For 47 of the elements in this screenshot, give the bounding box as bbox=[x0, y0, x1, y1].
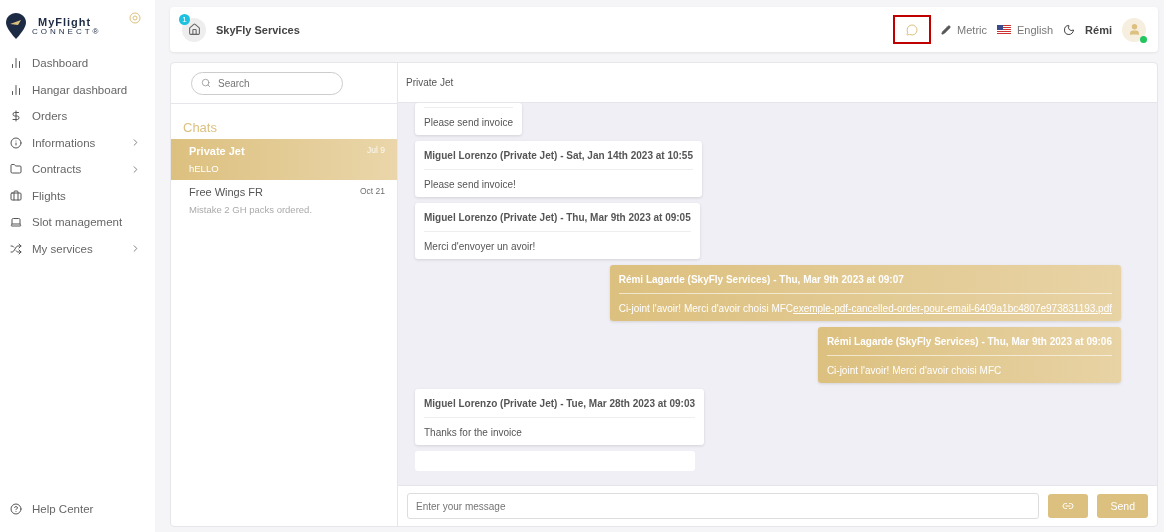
message-card: Miguel Lorenzo (Private Jet) - Thu, Mar 9th 2023 at 09:05 Merci d'envoyer un avoir! bbox=[415, 203, 700, 259]
pencil-icon bbox=[941, 24, 952, 35]
dollar-icon bbox=[10, 110, 22, 123]
bar-chart-icon bbox=[10, 83, 22, 96]
message-input[interactable]: Enter your message bbox=[407, 493, 1040, 519]
bar-chart-icon bbox=[10, 57, 22, 70]
nav-item[interactable]: Hangar dashboard bbox=[0, 76, 155, 103]
message-card: Rémi Lagarde (SkyFly Services) - Thu, Mar 9th 2023 at 09:06 Ci-joint l'avoir! Merci d'avoir choisi MFC bbox=[817, 327, 1121, 383]
nav-item[interactable]: My services bbox=[0, 235, 155, 262]
units-button[interactable]: Metric bbox=[941, 23, 987, 36]
help-icon bbox=[10, 502, 22, 515]
help-center-link[interactable]: Help Center bbox=[0, 495, 155, 522]
nav-item[interactable]: Slot management bbox=[0, 209, 155, 236]
attach-link-button[interactable] bbox=[1048, 494, 1089, 518]
search-field[interactable]: Search bbox=[191, 71, 343, 95]
message-card: Please send invoice bbox=[415, 103, 522, 135]
notification-badge: 1 bbox=[179, 13, 190, 25]
laptop-icon bbox=[10, 216, 22, 229]
message-card: Miguel Lorenzo (Private Jet) - Tue, Mar 28th 2023 at 09:03 Thanks for the invoice bbox=[415, 389, 704, 445]
nav-item[interactable]: Dashboard bbox=[0, 50, 155, 77]
chat-button[interactable] bbox=[893, 15, 932, 44]
dark-mode-icon[interactable] bbox=[1063, 23, 1076, 36]
flag-icon bbox=[997, 24, 1011, 35]
user-name: Rémi bbox=[1085, 23, 1112, 36]
target-icon[interactable] bbox=[129, 12, 141, 24]
folder-icon bbox=[10, 163, 22, 176]
nav-item[interactable]: Informations bbox=[0, 129, 155, 156]
brand-name: MyFlight bbox=[37, 16, 93, 28]
info-icon bbox=[10, 136, 22, 149]
search-icon bbox=[201, 77, 211, 88]
suitcase-icon bbox=[10, 189, 22, 202]
chats-heading: Chats bbox=[182, 119, 218, 137]
company-name: SkyFly Services bbox=[216, 23, 301, 36]
message-card: Rémi Lagarde (SkyFly Services) - Thu, Mar 9th 2023 at 09:07 Ci-joint l'avoir! Merci d'avoir choisi MFCexemple-pdf-cancelled-order-pour-email-6409a1bc4807e973831193.pdf bbox=[609, 265, 1121, 321]
nav-item[interactable]: Flights bbox=[0, 182, 155, 209]
brand-subtitle: CONNECT® bbox=[32, 27, 102, 36]
person-icon bbox=[1127, 23, 1141, 36]
chat-bubble-icon bbox=[906, 23, 919, 36]
shuffle-icon bbox=[10, 242, 22, 255]
message-card: Miguel Lorenzo (Private Jet) - Sat, Jan 14th 2023 at 10:55 Please send invoice! bbox=[415, 141, 702, 197]
nav-item[interactable]: Contracts bbox=[0, 156, 155, 183]
link-icon bbox=[1062, 500, 1075, 512]
nav-item[interactable]: Orders bbox=[0, 103, 155, 130]
home-icon bbox=[187, 23, 201, 36]
user-avatar[interactable] bbox=[1122, 17, 1146, 42]
language-button[interactable]: English bbox=[997, 23, 1054, 36]
logo-pin-icon bbox=[6, 13, 26, 39]
